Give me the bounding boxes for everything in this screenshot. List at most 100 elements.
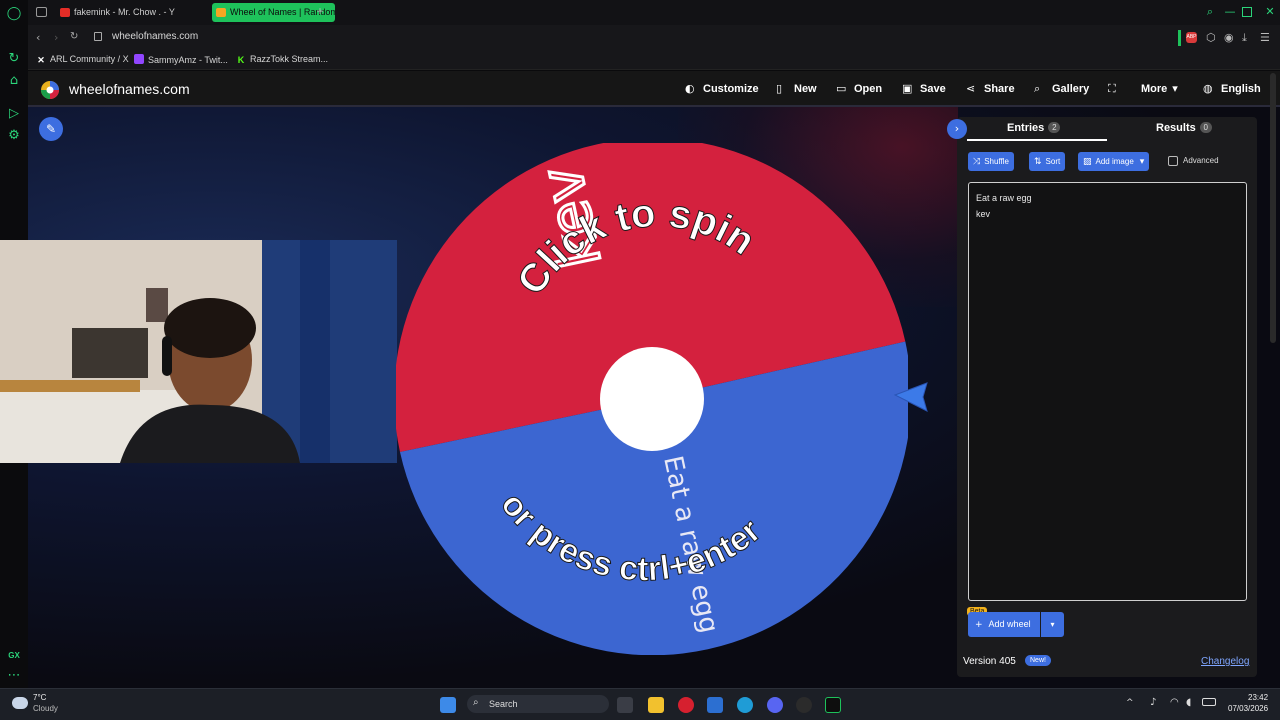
shuffle-icon: ⤨: [973, 157, 981, 167]
active-tab-indicator: [967, 139, 1107, 141]
maximize-icon[interactable]: [1242, 7, 1252, 17]
file-explorer-icon[interactable]: [648, 697, 664, 713]
add-wheel-button[interactable]: + Add wheel: [968, 612, 1040, 637]
new-badge: New!: [1025, 655, 1051, 666]
entry-line: Eat a raw egg: [976, 193, 1032, 203]
folder-icon: ▭: [836, 82, 847, 95]
collapse-panel-button[interactable]: ›: [947, 119, 967, 139]
opera-gx-icon[interactable]: [678, 697, 694, 713]
task-view-icon[interactable]: [617, 697, 633, 713]
volume-icon[interactable]: ◖: [1186, 697, 1191, 708]
tray-chevron-icon[interactable]: ^: [1126, 698, 1134, 708]
weather-temperature[interactable]: 7°C: [33, 693, 46, 702]
tab-entries[interactable]: Entries 2: [1007, 122, 1061, 134]
plus-icon: +: [975, 620, 983, 630]
menu-icon[interactable]: ☰: [1260, 31, 1270, 44]
url-field[interactable]: wheelofnames.com: [112, 31, 198, 42]
x-icon: ✕: [37, 55, 45, 65]
open-button[interactable]: ▭ Open: [836, 82, 882, 95]
tab-label: fakemink - Mr. Chow . - Y: [74, 7, 175, 17]
clock-time[interactable]: 23:42: [1248, 693, 1268, 702]
sort-icon: ⇅: [1034, 157, 1042, 167]
reload-icon[interactable]: ↻: [70, 31, 78, 42]
windows-taskbar: ^ ♪ ◠ ◖: [0, 688, 1280, 720]
edge-icon[interactable]: [737, 697, 753, 713]
advanced-checkbox[interactable]: [1168, 156, 1178, 166]
store-icon[interactable]: [707, 697, 723, 713]
battery-icon[interactable]: [1202, 698, 1216, 706]
new-tab-button[interactable]: +: [313, 4, 327, 18]
site-logo-text[interactable]: wheelofnames.com: [69, 81, 190, 97]
entries-textarea[interactable]: [968, 182, 1247, 601]
forward-icon[interactable]: ›: [54, 31, 58, 44]
results-count-badge: 0: [1199, 122, 1212, 133]
wifi-icon[interactable]: ◠: [1170, 697, 1179, 708]
wheel-pointer-icon: [893, 382, 928, 412]
search-tabs-icon[interactable]: ⌕: [1204, 6, 1216, 18]
more-dots-icon[interactable]: ⋯: [6, 668, 22, 684]
chevron-down-icon: ▾: [1139, 157, 1145, 167]
gx-label[interactable]: GX: [6, 648, 22, 664]
clock-date[interactable]: 07/03/2026: [1228, 704, 1268, 713]
bookmarks-bar: ✕ ARL Community / X SammyAmz - Twit... KR…: [28, 51, 1280, 70]
fullscreen-button[interactable]: ⛶: [1108, 82, 1126, 96]
separator: [1178, 30, 1181, 46]
new-button[interactable]: ▯ New: [776, 82, 817, 95]
back-icon[interactable]: ‹: [36, 31, 40, 44]
advanced-label: Advanced: [1183, 156, 1219, 165]
address-bar: ‹ › ↻ wheelofnames.com ABP ⬡ ◉ ⤓ ☰: [28, 25, 1280, 51]
settings-gear-icon[interactable]: ⚙: [6, 128, 22, 144]
globe-icon: ◍: [1203, 82, 1213, 95]
app-icon[interactable]: [796, 697, 812, 713]
player-icon[interactable]: ▷: [6, 106, 22, 122]
youtube-icon: [60, 8, 70, 17]
spin-wheel[interactable]: kev Eat a raw egg Click to spin or press…: [396, 143, 908, 655]
tab-results[interactable]: Results 0: [1156, 122, 1212, 134]
minimize-icon[interactable]: —: [1224, 6, 1236, 18]
tab-menu-icon[interactable]: [36, 7, 47, 17]
close-icon[interactable]: ✕: [1264, 6, 1276, 18]
more-button[interactable]: More ▾: [1141, 82, 1190, 95]
shuffle-button[interactable]: ⤨ Shuffle: [968, 152, 1014, 171]
download-icon[interactable]: ⤓: [1242, 31, 1247, 45]
changelog-link[interactable]: Changelog: [1201, 656, 1249, 667]
entry-line: kev: [976, 209, 991, 219]
discord-icon[interactable]: [767, 697, 783, 713]
gx-control-icon[interactable]: ↻: [6, 51, 22, 67]
extensions-icon[interactable]: ⬡: [1206, 31, 1216, 44]
add-image-button[interactable]: ▨ Add image ▾: [1078, 152, 1150, 171]
bookmark-arl[interactable]: ✕ ARL Community / X: [36, 54, 128, 65]
webcam-overlay: [0, 240, 397, 463]
share-icon: ⋖: [966, 82, 976, 95]
opera-logo-icon[interactable]: ◯: [6, 6, 22, 22]
bag-icon[interactable]: ⌂: [6, 73, 22, 89]
site-header: wheelofnames.com ◐ Customize ▯ New ▭ Open ▣…: [28, 71, 1280, 107]
adblock-icon[interactable]: ABP: [1186, 32, 1197, 43]
image-icon: ▨: [1083, 157, 1092, 167]
add-wheel-dropdown-button[interactable]: ▾: [1041, 612, 1064, 637]
gallery-button[interactable]: ⌕ Gallery: [1034, 82, 1089, 96]
language-button[interactable]: ◍ English: [1203, 82, 1261, 95]
windows-start-icon[interactable]: [440, 697, 456, 713]
weather-cloud-icon[interactable]: [12, 697, 28, 709]
share-button[interactable]: ⋖ Share: [966, 82, 1015, 95]
microphone-icon[interactable]: ♪: [1150, 697, 1156, 708]
bookmark-razztokk[interactable]: K RazzTokk Stream...: [236, 54, 328, 65]
search-icon: ⌕: [1034, 82, 1041, 95]
bookmark-sammyamz[interactable]: SammyAmz - Twit...: [134, 54, 228, 65]
sort-button[interactable]: ⇅ Sort: [1029, 152, 1066, 171]
profile-icon[interactable]: ◉: [1224, 31, 1234, 44]
page-scrollbar[interactable]: [1270, 73, 1276, 343]
floppy-icon: ▣: [902, 82, 913, 95]
wheel-logo-icon[interactable]: [40, 80, 60, 100]
save-button[interactable]: ▣ Save: [902, 82, 946, 95]
fullscreen-icon: ⛶: [1108, 82, 1116, 95]
customize-button[interactable]: ◐ Customize: [685, 82, 759, 95]
lock-icon: [94, 32, 102, 41]
version-text: Version 405: [963, 656, 1016, 667]
edit-pencil-button[interactable]: ✎: [39, 117, 63, 141]
terminal-icon[interactable]: [825, 697, 841, 713]
tab-youtube[interactable]: fakemink - Mr. Chow . - Y: [56, 3, 202, 22]
wheel-center[interactable]: [600, 347, 704, 451]
weather-condition[interactable]: Cloudy: [33, 704, 58, 713]
